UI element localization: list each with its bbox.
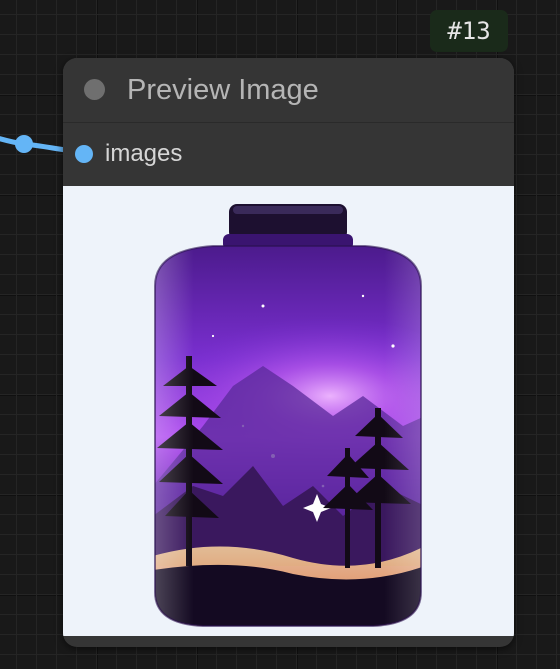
image-preview[interactable] [63,186,514,636]
wire-reroute-dot [15,135,33,153]
node-title: Preview Image [127,74,319,106]
images-input-slot[interactable] [75,145,93,163]
node-header[interactable]: Preview Image [63,58,514,123]
preview-image [154,204,422,627]
images-input-label: images [105,140,183,167]
input-row-images: images [63,123,514,185]
collapse-toggle[interactable] [84,79,105,100]
node-id-badge: #13 [430,10,508,52]
preview-image-node[interactable]: Preview Image images [63,58,514,647]
